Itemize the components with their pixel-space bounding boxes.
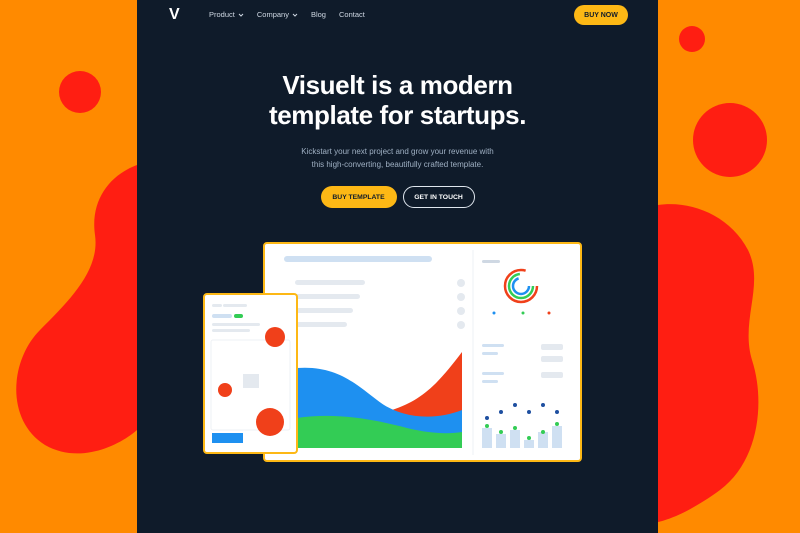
mini-dot [541,430,545,434]
blob-right [658,204,759,522]
panel-line [482,372,504,375]
blob-left [16,165,137,454]
mini-dot [527,436,531,440]
mini-dot [555,422,559,426]
blob-circle-top-left [59,71,101,113]
panel-pill [541,372,563,378]
desktop-header-bar [284,256,432,262]
panel-label [482,260,500,263]
blob-circle-right [693,103,767,177]
desktop-line [295,322,347,327]
mini-bar [538,432,548,448]
mini-dot [499,430,503,434]
mini-bar [524,440,534,448]
mini-dot [555,410,559,414]
mini-bar [496,434,506,448]
mobile-button [212,433,243,443]
mini-bar [510,430,520,448]
desktop-toggle-dot [457,307,465,315]
mini-bar [482,428,492,448]
mobile-line [212,329,250,332]
desktop-line [295,308,353,313]
mobile-line [212,323,260,326]
panel-pill [541,344,563,350]
mini-dot [499,410,503,414]
legend-dot [492,311,496,315]
panel-line [482,380,498,383]
mini-dot [485,424,489,428]
mini-dot [541,403,545,407]
mobile-line [212,304,222,307]
panel-line [482,344,504,347]
legend-dot [547,311,551,315]
panel-pill [541,356,563,362]
mini-dot [513,426,517,430]
desktop-toggle-dot [457,321,465,329]
mini-dot [527,410,531,414]
mobile-bubble [218,383,232,397]
mobile-line [212,314,232,318]
landing-page: V Product Company Blog Contact BUY NOW V… [137,0,658,533]
mobile-badge [234,314,243,318]
desktop-line [295,294,360,299]
desktop-toggle-dot [457,293,465,301]
blob-circle-top-right [679,26,705,52]
desktop-toggle-dot [457,279,465,287]
mobile-image-placeholder [243,374,259,388]
panel-line [482,352,498,355]
mini-dot [485,416,489,420]
mobile-bubble [256,408,284,436]
dashboard-mockup-illustration [203,242,582,462]
mobile-bubble [265,327,285,347]
legend-dot [521,311,525,315]
desktop-line [295,280,365,285]
mobile-line [223,304,247,307]
mini-bar [552,426,562,448]
mini-dot [513,403,517,407]
